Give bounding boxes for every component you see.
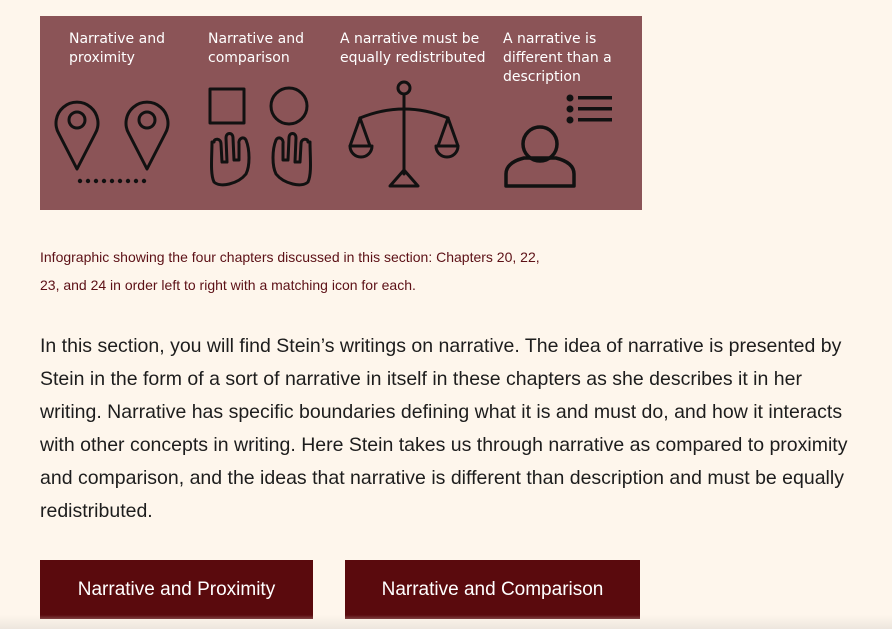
location-pins-icon: [54, 100, 170, 184]
narrative-comparison-button[interactable]: Narrative and Comparison: [345, 560, 640, 619]
page: Narrative and proximity Narrative and co…: [0, 0, 892, 629]
infographic-caption: Infographic showing the four chapters di…: [40, 249, 540, 293]
infographic-label-redistributed: A narrative must be equally redistribute…: [340, 31, 486, 66]
section-intro-paragraph: In this section, you will find Stein’s w…: [40, 335, 848, 522]
infographic-label-description: A narrative is different than a descript…: [503, 31, 612, 85]
infographic-label-comparison: Narrative and comparison: [208, 31, 304, 66]
shapes-hands-icon: [208, 86, 312, 187]
chapters-infographic: Narrative and proximity Narrative and co…: [40, 16, 642, 210]
infographic-label-proximity: Narrative and proximity: [69, 31, 165, 66]
narrative-proximity-button[interactable]: Narrative and Proximity: [40, 560, 313, 619]
person-list-icon: [504, 94, 612, 188]
scales-icon: [348, 80, 460, 188]
